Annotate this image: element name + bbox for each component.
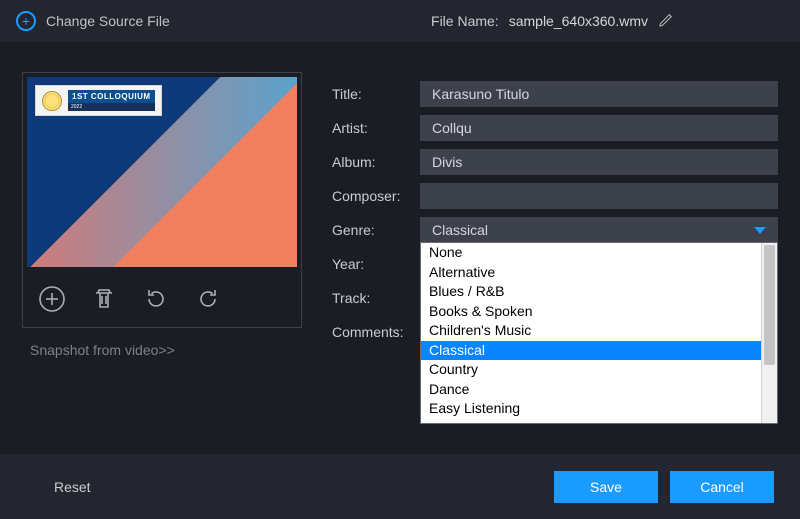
field-title: Title: <box>332 78 778 110</box>
artist-input[interactable] <box>420 115 778 141</box>
album-input[interactable] <box>420 149 778 175</box>
genre-option[interactable]: Easy Listening <box>421 399 761 419</box>
plus-circle-icon <box>37 284 67 314</box>
album-label: Album: <box>332 154 420 170</box>
track-label: Track: <box>332 290 420 306</box>
composer-label: Composer: <box>332 188 420 204</box>
thumbnail-toolbar <box>23 271 301 327</box>
genre-select[interactable]: Classical <box>420 217 778 243</box>
title-label: Title: <box>332 86 420 102</box>
thumbnail-badge: 1ST COLLOQUIUM 2022 <box>35 85 162 116</box>
pencil-icon <box>658 12 674 28</box>
change-source-button[interactable]: + Change Source File <box>16 11 170 31</box>
reset-button[interactable]: Reset <box>54 479 91 495</box>
genre-option[interactable]: Classical <box>421 341 761 361</box>
dropdown-scrollbar[interactable] <box>761 243 777 423</box>
genre-option[interactable]: Alternative <box>421 263 761 283</box>
edit-filename-button[interactable] <box>658 12 674 31</box>
undo-icon <box>141 284 171 314</box>
video-thumbnail[interactable]: 1ST COLLOQUIUM 2022 <box>27 77 297 267</box>
top-bar: + Change Source File File Name: sample_6… <box>0 0 800 42</box>
cancel-button[interactable]: Cancel <box>670 471 774 503</box>
seal-icon <box>42 91 62 111</box>
filename-display: File Name: sample_640x360.wmv <box>431 12 674 31</box>
main-content: 1ST COLLOQUIUM 2022 Sn <box>0 42 800 454</box>
field-album: Album: <box>332 146 778 178</box>
add-button[interactable] <box>37 284 67 314</box>
genre-option[interactable]: Dance <box>421 380 761 400</box>
rotate-right-button[interactable] <box>193 284 223 314</box>
artist-label: Artist: <box>332 120 420 136</box>
bottom-bar: Reset Save Cancel <box>0 454 800 519</box>
left-panel: 1ST COLLOQUIUM 2022 Sn <box>22 72 302 454</box>
field-artist: Artist: <box>332 112 778 144</box>
genre-option[interactable]: None <box>421 243 761 263</box>
rotate-left-button[interactable] <box>141 284 171 314</box>
genre-selected-value: Classical <box>432 222 488 238</box>
badge-title: 1ST COLLOQUIUM <box>68 90 155 103</box>
genre-option[interactable]: Books & Spoken <box>421 302 761 322</box>
redo-icon <box>193 284 223 314</box>
composer-input[interactable] <box>420 183 778 209</box>
genre-option-list: NoneAlternativeBlues / R&BBooks & Spoken… <box>421 243 761 423</box>
genre-option[interactable]: Children's Music <box>421 321 761 341</box>
preview-frame: 1ST COLLOQUIUM 2022 <box>22 72 302 328</box>
snapshot-from-video-link[interactable]: Snapshot from video>> <box>22 342 302 358</box>
genre-option[interactable]: Country <box>421 360 761 380</box>
genre-dropdown: NoneAlternativeBlues / R&BBooks & Spoken… <box>420 242 778 424</box>
comments-label: Comments: <box>332 324 420 340</box>
delete-button[interactable] <box>89 284 119 314</box>
genre-option[interactable]: Blues / R&B <box>421 282 761 302</box>
plus-circle-icon: + <box>16 11 36 31</box>
badge-year: 2022 <box>68 103 155 111</box>
field-composer: Composer: <box>332 180 778 212</box>
save-button[interactable]: Save <box>554 471 658 503</box>
year-label: Year: <box>332 256 420 272</box>
metadata-form: Title: Artist: Album: Composer: Genre: C… <box>332 72 778 454</box>
filename-value: sample_640x360.wmv <box>509 13 648 29</box>
chevron-down-icon <box>754 227 766 234</box>
genre-option[interactable]: Electronic <box>421 419 761 424</box>
filename-label: File Name: <box>431 13 499 29</box>
trash-icon <box>89 284 119 314</box>
change-source-label: Change Source File <box>46 13 170 29</box>
scrollbar-thumb[interactable] <box>764 245 775 365</box>
genre-label: Genre: <box>332 222 420 238</box>
title-input[interactable] <box>420 81 778 107</box>
